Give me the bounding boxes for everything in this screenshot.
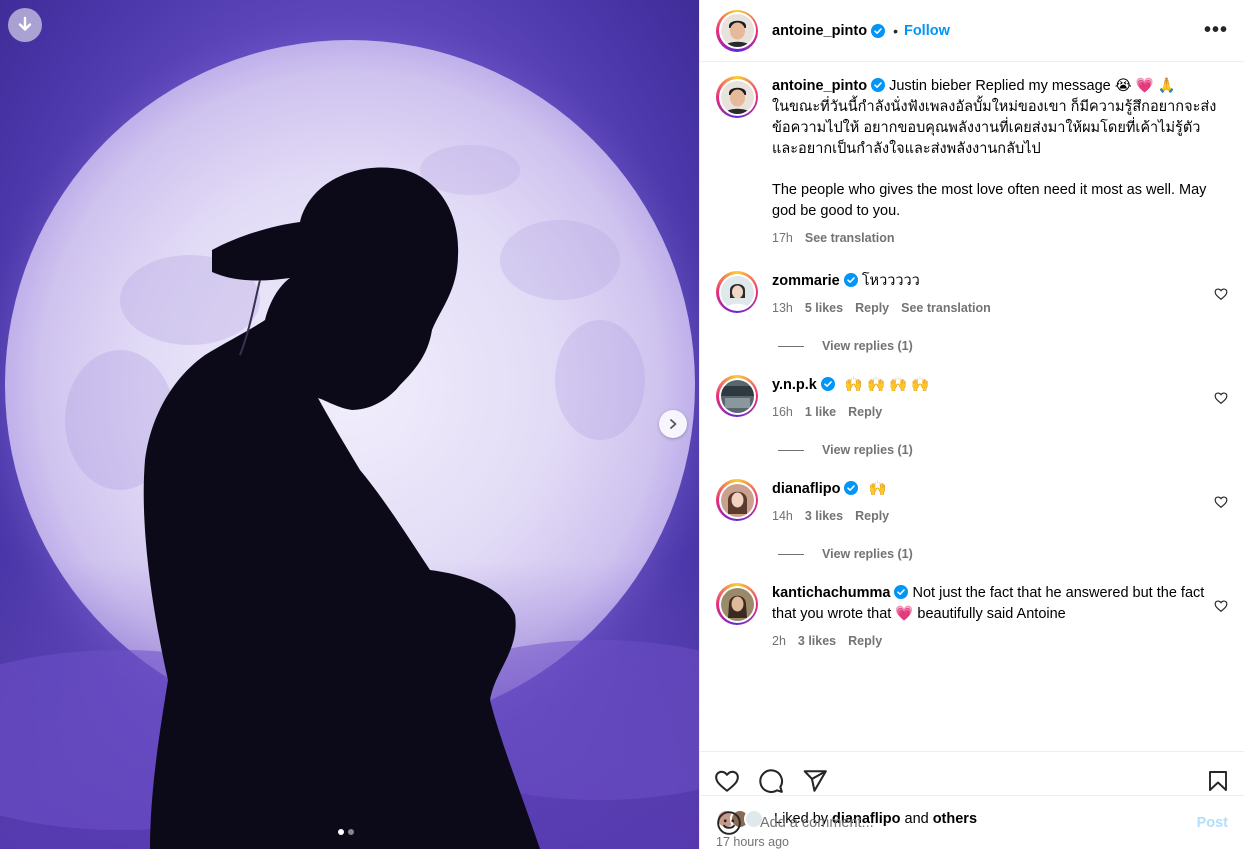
carousel-dot-2 [348,829,354,835]
add-comment-bar: Post [700,795,1244,849]
comment-likes[interactable]: 3 likes [798,631,836,652]
caption: antoine_pinto Justin bieber Replied my m… [716,76,1228,249]
like-comment-heart-icon[interactable] [1214,599,1228,613]
author-avatar[interactable] [716,9,758,52]
comment-username[interactable]: y.n.p.k [772,377,817,393]
comment-reply-button[interactable]: Reply [855,298,889,319]
view-replies-button[interactable]: View replies (1) [778,339,1228,353]
like-comment-heart-icon[interactable] [1214,495,1228,509]
comment-input[interactable] [760,814,1197,831]
comment-text: 🙌 🙌 🙌 🙌 [844,377,930,393]
comment-time[interactable]: 16h [772,402,793,423]
silhouette-photo [0,15,699,849]
post-panel: antoine_pinto • Follow ••• antoine_pinto… [699,0,1244,849]
comment-see-translation[interactable]: See translation [901,298,991,319]
carousel-indicator [338,829,354,835]
post-comment-button[interactable]: Post [1197,815,1228,831]
comment-reply-button[interactable]: Reply [848,631,882,652]
verified-badge-icon [843,273,858,287]
carousel-dot-1 [338,829,344,835]
comment-item: dianaflipo 🙌 14h 3 likes Reply [716,479,1228,527]
view-replies-label: View replies (1) [822,339,913,353]
follow-button[interactable]: Follow [904,23,950,39]
comment-avatar-image [720,587,754,621]
comment-avatar-image [720,379,754,413]
next-slide-button[interactable] [659,410,687,438]
author-username[interactable]: antoine_pinto [772,23,867,39]
caption-time[interactable]: 17h [772,228,793,249]
comment-avatar-image [720,275,754,309]
view-replies-label: View replies (1) [822,443,913,457]
comment-avatar[interactable] [716,583,758,625]
comment-reply-button[interactable]: Reply [848,402,882,423]
replies-divider-line [778,553,804,555]
more-options-button[interactable]: ••• [1204,19,1228,42]
view-replies-button[interactable]: View replies (1) [778,547,1228,561]
replies-divider-line [778,345,804,347]
caption-see-translation[interactable]: See translation [805,228,895,249]
caption-username[interactable]: antoine_pinto [772,78,867,94]
comment-bubble-icon[interactable] [758,768,784,794]
comment-avatar[interactable] [716,375,758,417]
comment-likes[interactable]: 3 likes [805,506,843,527]
comment-text: โหววววว [861,273,920,289]
comment-item: zommarie โหววววว 13h 5 likes Reply See t… [716,271,1228,319]
comment-item: kantichachumma Not just the fact that he… [716,583,1228,652]
comment-item: y.n.p.k 🙌 🙌 🙌 🙌 16h 1 like Reply [716,375,1228,423]
caption-author-avatar[interactable] [716,76,758,118]
caption-text-line1: Justin bieber Replied my message 😭 💗 🙏 [889,78,1176,94]
verified-badge-icon [844,481,859,495]
emoji-smiley-icon[interactable] [716,810,742,836]
comment-time[interactable]: 2h [772,631,786,652]
save-bookmark-icon[interactable] [1206,768,1230,794]
comment-text: 🙌 [868,481,887,497]
comment-username[interactable]: kantichachumma [772,585,890,601]
download-button[interactable] [8,8,42,42]
share-send-icon[interactable] [802,768,828,794]
view-replies-label: View replies (1) [822,547,913,561]
comment-avatar[interactable] [716,479,758,521]
comment-avatar[interactable] [716,271,758,313]
like-comment-heart-icon[interactable] [1214,287,1228,301]
download-arrow-icon [18,16,32,31]
comment-username[interactable]: zommarie [772,273,840,289]
chevron-right-icon [670,419,677,429]
post-media[interactable] [0,0,699,849]
separator-bullet: • [893,22,898,39]
comment-username[interactable]: dianaflipo [772,481,840,497]
verified-badge-icon [820,377,835,391]
comment-likes[interactable]: 5 likes [805,298,843,319]
replies-divider-line [778,449,804,451]
caption-avatar-image [720,80,754,114]
caption-text-en: The people who gives the most love often… [772,182,1207,219]
author-avatar-image [720,14,754,47]
caption-text-thai: ในขณะที่วันนี้กำลังนั่งฟังเพลงอัลบั้มใหม… [772,99,1217,157]
comment-likes[interactable]: 1 like [805,402,836,423]
verified-badge-icon [894,585,909,599]
verified-badge-icon [871,23,886,38]
comment-time[interactable]: 14h [772,506,793,527]
comments-list[interactable]: antoine_pinto Justin bieber Replied my m… [700,62,1244,751]
verified-badge-icon [871,78,886,92]
comment-time[interactable]: 13h [772,298,793,319]
like-comment-heart-icon[interactable] [1214,391,1228,405]
post-header: antoine_pinto • Follow ••• [700,0,1244,62]
comment-reply-button[interactable]: Reply [855,506,889,527]
comment-avatar-image [720,483,754,517]
view-replies-button[interactable]: View replies (1) [778,443,1228,457]
like-heart-icon[interactable] [714,768,740,794]
